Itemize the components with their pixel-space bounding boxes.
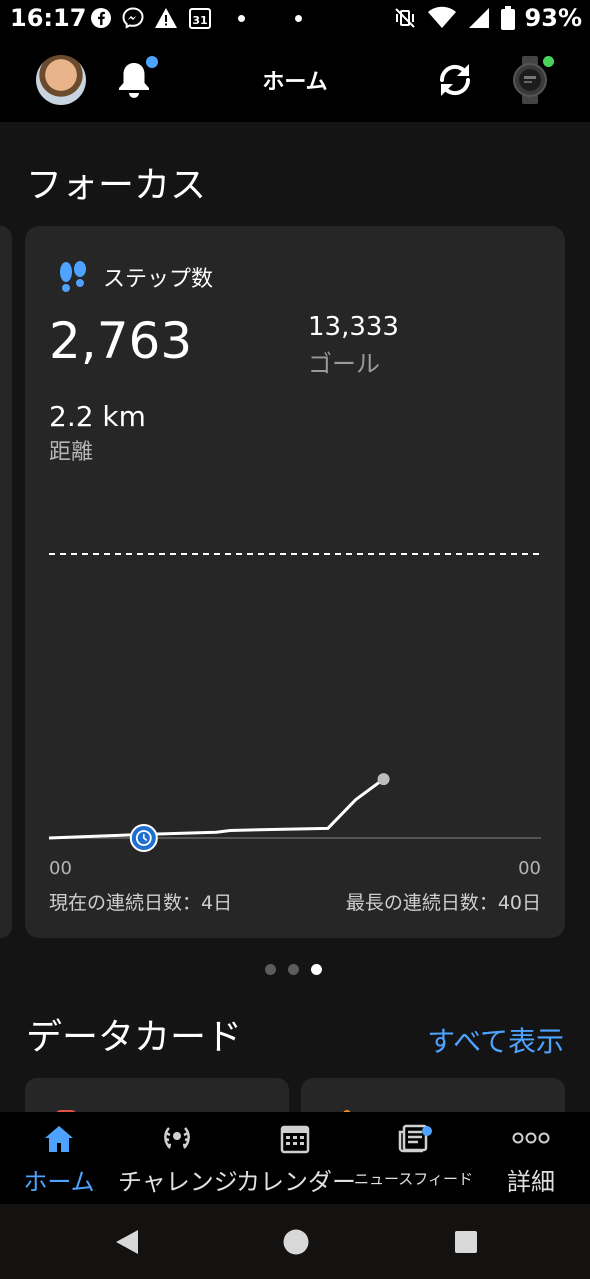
data-card[interactable] — [301, 1078, 565, 1112]
signal-icon — [468, 8, 489, 28]
nav-label: ホーム — [23, 1168, 95, 1196]
goal-value: 13,333 — [308, 312, 399, 342]
system-status-icons: 93% — [393, 4, 582, 32]
page-title: ホーム — [262, 70, 328, 95]
notification-icons: 31 — [90, 6, 302, 30]
nav-label: 詳細 — [507, 1168, 555, 1196]
steps-end-point — [377, 773, 390, 786]
status-bar: 16:17 31 93% — [0, 0, 590, 40]
newsfeed-badge — [422, 1126, 432, 1136]
steps-chart — [48, 553, 541, 852]
status-time: 16:17 — [10, 4, 87, 32]
steps-line — [48, 777, 385, 840]
pager-dot[interactable] — [288, 964, 299, 975]
warning-icon — [155, 8, 177, 28]
dot-icon — [238, 14, 245, 22]
battery-percent: 93% — [524, 4, 582, 32]
calendar-icon: 31 — [189, 8, 211, 29]
best-streak: 最長の連続日数：40日 — [345, 892, 541, 914]
card-header: ステップ数 — [57, 260, 213, 294]
nav-more[interactable]: 詳細 — [472, 1112, 590, 1204]
current-streak: 現在の連続日数：4日 — [49, 892, 233, 914]
dot-icon — [295, 14, 302, 22]
sync-icon[interactable] — [434, 60, 476, 100]
main-content[interactable]: フォーカス ステップ数 2,763 13,333 ゴール 2.2 km 距離 0… — [0, 122, 590, 1112]
home-circle-icon[interactable] — [282, 1228, 310, 1256]
view-all-link[interactable]: すべて表示 — [427, 1020, 564, 1060]
nav-challenges[interactable]: チャレンジ — [118, 1112, 238, 1204]
card-label: ステップ数 — [103, 267, 214, 292]
bottom-navigation: ホーム チャレンジ カレンダー ニュースフィード 詳細 — [0, 1112, 590, 1204]
facebook-icon — [91, 8, 111, 28]
nav-label: チャレンジ — [118, 1168, 238, 1196]
pager-dot[interactable] — [265, 964, 276, 975]
steps-value: 2,763 — [49, 312, 193, 370]
footsteps-icon — [60, 261, 86, 292]
messenger-icon — [122, 7, 144, 29]
device-connected-dot — [543, 56, 554, 67]
chart-axis-start: 00 — [49, 858, 72, 879]
calendar-grid-icon — [280, 1125, 310, 1154]
distance-label: 距離 — [49, 440, 94, 465]
back-icon[interactable] — [114, 1228, 140, 1256]
focus-section-title: フォーカス — [26, 165, 207, 206]
calendar-day: 31 — [192, 14, 207, 27]
wifi-icon — [427, 6, 456, 28]
steps-card[interactable]: ステップ数 2,763 13,333 ゴール 2.2 km 距離 00 00 現… — [25, 226, 565, 938]
laurel-icon — [164, 1127, 190, 1149]
distance-value: 2.2 km — [49, 400, 146, 433]
system-navigation-bar — [0, 1204, 590, 1279]
data-cards-section-title: データカード — [26, 1017, 243, 1058]
more-dots-icon — [512, 1132, 550, 1144]
nav-home[interactable]: ホーム — [0, 1112, 118, 1204]
nav-calendar[interactable]: カレンダー — [236, 1112, 356, 1204]
app-header: ホーム — [0, 40, 590, 122]
battery-icon — [500, 6, 515, 30]
nav-label: ニュースフィード — [354, 1170, 473, 1188]
goal-label: ゴール — [308, 350, 380, 378]
chart-axis-end: 00 — [518, 858, 541, 879]
recents-icon[interactable] — [454, 1230, 478, 1254]
nav-label: カレンダー — [236, 1168, 356, 1196]
current-time-marker — [129, 824, 158, 852]
data-card[interactable] — [25, 1078, 289, 1112]
previous-card-peek[interactable] — [0, 226, 12, 938]
pager-dot-active[interactable] — [311, 964, 322, 975]
nav-newsfeed[interactable]: ニュースフィード — [354, 1112, 473, 1204]
home-icon — [45, 1126, 73, 1152]
carousel-pager[interactable] — [265, 964, 322, 975]
vibrate-off-icon — [394, 8, 415, 28]
